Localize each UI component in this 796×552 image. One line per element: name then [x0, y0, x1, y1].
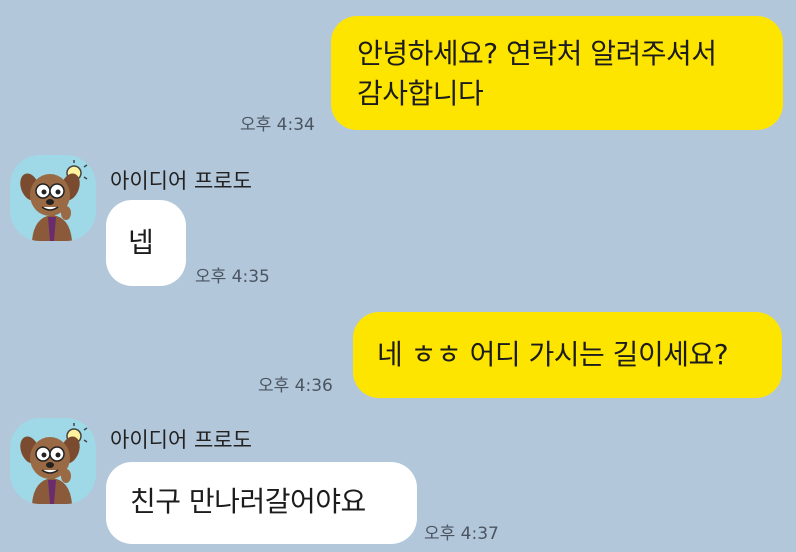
- their-message-bubble[interactable]: 친구 만나러갈어야요: [106, 462, 417, 544]
- message-text-line: 안녕하세요? 연락처 알려주셔서: [357, 37, 717, 70]
- message-timestamp: 오후 4:36: [258, 376, 333, 396]
- sender-name: 아이디어 프로도: [110, 428, 252, 452]
- message-timestamp: 오후 4:35: [195, 267, 270, 287]
- message-text-line: 친구 만나러갈어야요: [130, 485, 366, 518]
- message-text-line: 넵: [128, 226, 154, 259]
- my-message-bubble[interactable]: 안녕하세요? 연락처 알려주셔서 감사합니다: [331, 16, 783, 130]
- chat-room: 안녕하세요? 연락처 알려주셔서 감사합니다 오후 4:34 아이디어 프로도 …: [0, 0, 796, 552]
- my-message-bubble[interactable]: 네 ㅎㅎ 어디 가시는 길이세요?: [353, 312, 782, 398]
- contact-avatar[interactable]: [10, 418, 96, 504]
- frodo-dog-icon: [20, 160, 88, 241]
- message-timestamp: 오후 4:34: [240, 115, 315, 135]
- sender-name: 아이디어 프로도: [110, 169, 252, 193]
- message-text-line: 네 ㅎㅎ 어디 가시는 길이세요?: [377, 338, 729, 371]
- message-text-line: 감사합니다: [357, 77, 484, 110]
- frodo-dog-icon: [20, 423, 88, 504]
- message-timestamp: 오후 4:37: [424, 524, 499, 544]
- contact-avatar[interactable]: [10, 155, 96, 241]
- their-message-bubble[interactable]: 넵: [106, 200, 186, 286]
